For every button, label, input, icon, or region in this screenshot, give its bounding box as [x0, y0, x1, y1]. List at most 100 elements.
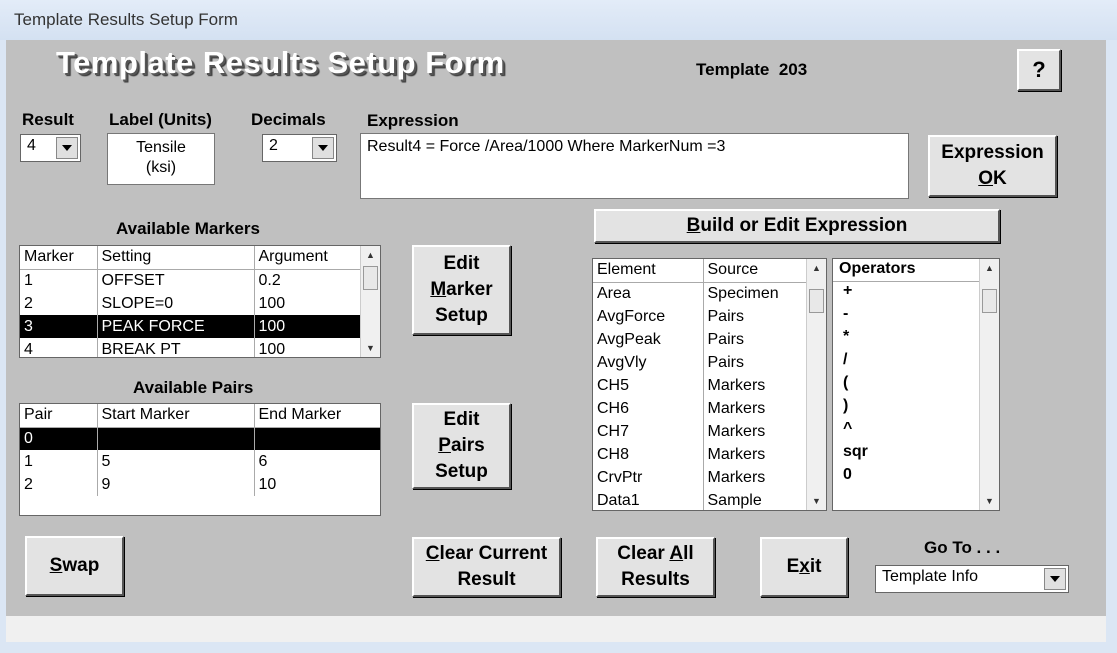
table-cell: 2: [20, 473, 98, 496]
table-cell: 1: [20, 269, 98, 292]
decimals-label: Decimals: [251, 110, 326, 129]
table-cell: AvgForce: [593, 305, 704, 328]
operator-item[interactable]: 0: [833, 466, 999, 489]
scroll-up-icon[interactable]: ▲: [361, 246, 380, 264]
table-row[interactable]: 2 SLOPE=0 100: [20, 292, 362, 315]
label-units-line1: Tensile: [136, 139, 186, 156]
scroll-down-icon[interactable]: ▼: [807, 492, 826, 510]
table-row[interactable]: 1 OFFSET 0.2: [20, 269, 362, 292]
table-cell: Pairs: [707, 307, 744, 325]
table-row[interactable]: 0: [20, 427, 380, 450]
column-header: Marker: [20, 246, 98, 270]
decimals-select[interactable]: 2: [262, 134, 337, 162]
elements-scrollbar[interactable]: ▲ ▼: [806, 259, 826, 510]
pairs-grid[interactable]: Pair Start Marker End Marker 0 1 5 6 2 9 10: [19, 403, 381, 516]
table-row[interactable]: CH5 Markers: [593, 374, 807, 397]
chevron-down-icon[interactable]: [1044, 568, 1066, 590]
operators-scrollbar[interactable]: ▲ ▼: [979, 259, 999, 510]
edit-pairs-line1: Edit: [443, 409, 480, 430]
clear-current-rest: lear Current: [439, 543, 548, 564]
elements-grid[interactable]: Element Source Area Specimen AvgForce Pairs Av…: [592, 258, 827, 511]
table-cell: AvgPeak: [593, 328, 704, 351]
table-cell: 100: [254, 315, 362, 338]
expression-label: Expression: [367, 111, 459, 130]
goto-select-value: Template Info: [882, 568, 979, 585]
scroll-down-icon[interactable]: ▼: [361, 339, 380, 357]
table-cell: CH6: [593, 397, 704, 420]
result-select[interactable]: 4: [20, 134, 81, 162]
table-cell: 6: [258, 452, 268, 470]
column-header: End Marker: [254, 404, 380, 428]
form-title: Template Results Setup Form: [56, 45, 505, 80]
clear-all-results-button[interactable]: Clear All Results: [596, 537, 715, 597]
expression-field[interactable]: Result4 = Force /Area/1000 Where MarkerN…: [360, 133, 909, 199]
operator-item[interactable]: (: [833, 374, 999, 397]
swap-rest: wap: [62, 555, 100, 576]
exit-label: Exit: [787, 554, 822, 580]
swap-mnemonic: S: [49, 555, 63, 576]
scroll-thumb[interactable]: [982, 289, 997, 313]
table-cell: AvgVly: [593, 351, 704, 374]
table-cell: Markers: [707, 399, 766, 417]
help-button[interactable]: ?: [1017, 49, 1061, 91]
exit-prefix: E: [786, 556, 800, 577]
build-edit-expression-button[interactable]: Build or Edit Expression: [594, 209, 1000, 243]
operator-item[interactable]: +: [833, 282, 999, 305]
scroll-down-icon[interactable]: ▼: [980, 492, 999, 510]
table-row[interactable]: 4 BREAK PT 100: [20, 338, 362, 357]
table-row[interactable]: AvgPeak Pairs: [593, 328, 807, 351]
scroll-thumb[interactable]: [363, 266, 378, 290]
table-row[interactable]: CH7 Markers: [593, 420, 807, 443]
pairs-table: Pair Start Marker End Marker 0 1 5 6 2 9 10: [20, 404, 380, 496]
table-row[interactable]: CH8 Markers: [593, 443, 807, 466]
edit-pairs-setup-button[interactable]: Edit Pairs Setup: [412, 403, 511, 489]
markers-grid[interactable]: Marker Setting Argument 1 OFFSET 0.2 2 SLOPE=0 1…: [19, 245, 381, 358]
edit-marker-mnemonic: M: [430, 279, 447, 300]
edit-marker-setup-button[interactable]: Edit Marker Setup: [412, 245, 511, 335]
goto-select[interactable]: Template Info: [875, 565, 1069, 593]
operator-item[interactable]: sqr: [833, 443, 999, 466]
table-row[interactable]: AvgVly Pairs: [593, 351, 807, 374]
table-cell: [254, 427, 380, 450]
operators-grid[interactable]: Operators + - * /() ^ sqr 0 ▲ ▼: [832, 258, 1000, 511]
scroll-thumb[interactable]: [809, 289, 824, 313]
markers-scrollbar[interactable]: ▲ ▼: [360, 246, 380, 357]
expression-ok-button[interactable]: Expression OK: [928, 135, 1057, 197]
clear-current-mnemonic: C: [425, 543, 440, 564]
table-row[interactable]: AvgForce Pairs: [593, 305, 807, 328]
scroll-up-icon[interactable]: ▲: [807, 259, 826, 277]
swap-button[interactable]: Swap: [25, 536, 124, 596]
chevron-down-icon[interactable]: [312, 137, 334, 159]
operator-item[interactable]: ): [833, 397, 999, 420]
table-cell: [97, 427, 255, 450]
chevron-down-icon[interactable]: [56, 137, 78, 159]
clear-all-line1: Clear All: [617, 541, 693, 567]
operator-item[interactable]: ^: [833, 420, 999, 443]
operator-item[interactable]: /: [833, 351, 999, 374]
expression-ok-mnemonic: O: [978, 168, 994, 189]
table-cell: OFFSET: [97, 269, 255, 292]
scroll-up-icon[interactable]: ▲: [980, 259, 999, 277]
operator-item[interactable]: *: [833, 328, 999, 351]
table-row[interactable]: 156: [20, 450, 380, 473]
table-row[interactable]: CrvPtr Markers: [593, 466, 807, 489]
label-units-field[interactable]: Tensile (ksi): [107, 133, 215, 185]
form-client-area: Template Results Setup Form Template 203…: [6, 40, 1106, 616]
column-header: Argument: [254, 246, 362, 270]
operator-item[interactable]: -: [833, 305, 999, 328]
exit-button[interactable]: Exit: [760, 537, 848, 597]
operators-list: + - * /() ^ sqr 0: [833, 282, 999, 489]
column-header: Element: [593, 259, 704, 283]
clear-all-prefix: Clear: [617, 543, 670, 564]
table-row[interactable]: 3 PEAK FORCE 100: [20, 315, 362, 338]
result-select-value: 4: [27, 137, 36, 154]
table-row[interactable]: 2 9 10: [20, 473, 380, 496]
table-row[interactable]: Data1 Sample: [593, 489, 807, 510]
clear-current-result-button[interactable]: Clear Current Result: [412, 537, 561, 597]
table-cell: CH7: [593, 420, 704, 443]
table-row[interactable]: CH6 Markers: [593, 397, 807, 420]
edit-pairs-line2: Pairs: [438, 433, 485, 459]
expression-ok-rest: K: [993, 168, 1007, 189]
decimals-select-value: 2: [269, 137, 278, 154]
table-row[interactable]: Area Specimen: [593, 282, 807, 305]
